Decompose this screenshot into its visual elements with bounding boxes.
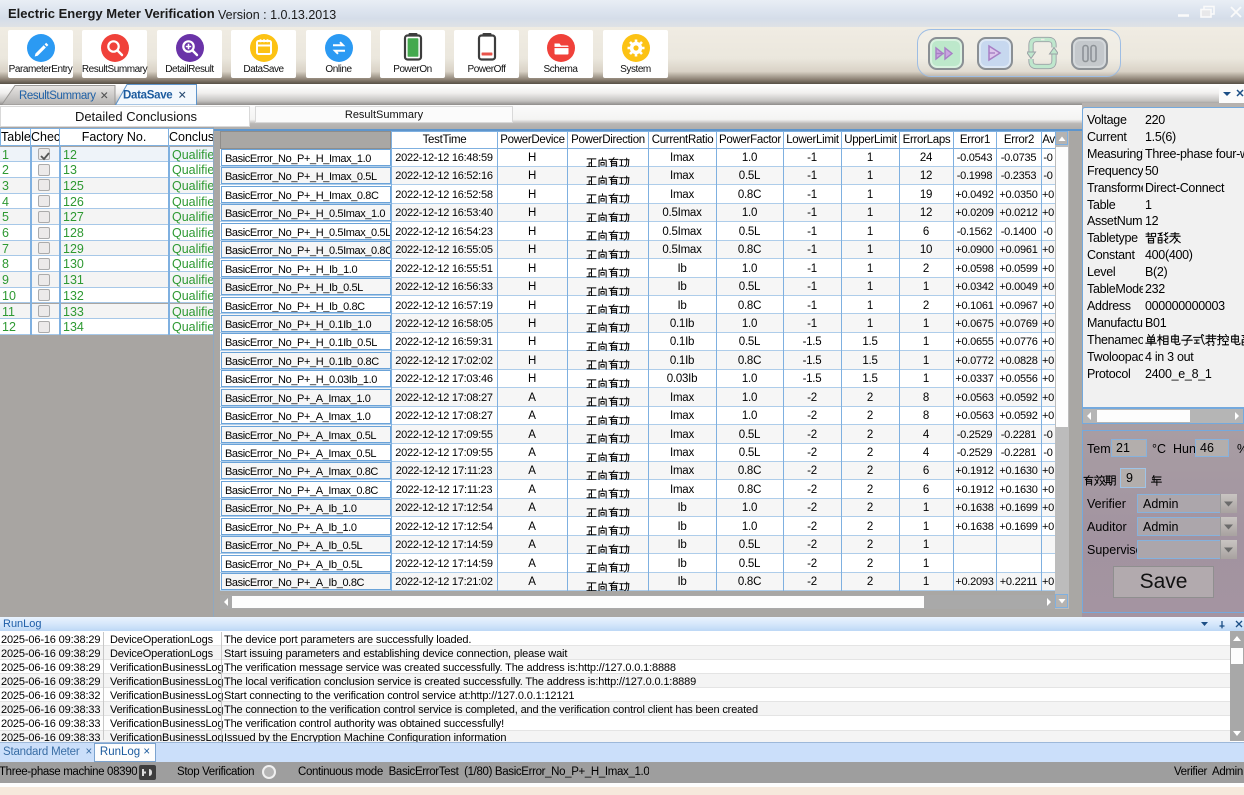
svg-text:ResultSummary: ResultSummary [19,90,96,102]
svg-text:DataSave: DataSave [123,90,172,102]
